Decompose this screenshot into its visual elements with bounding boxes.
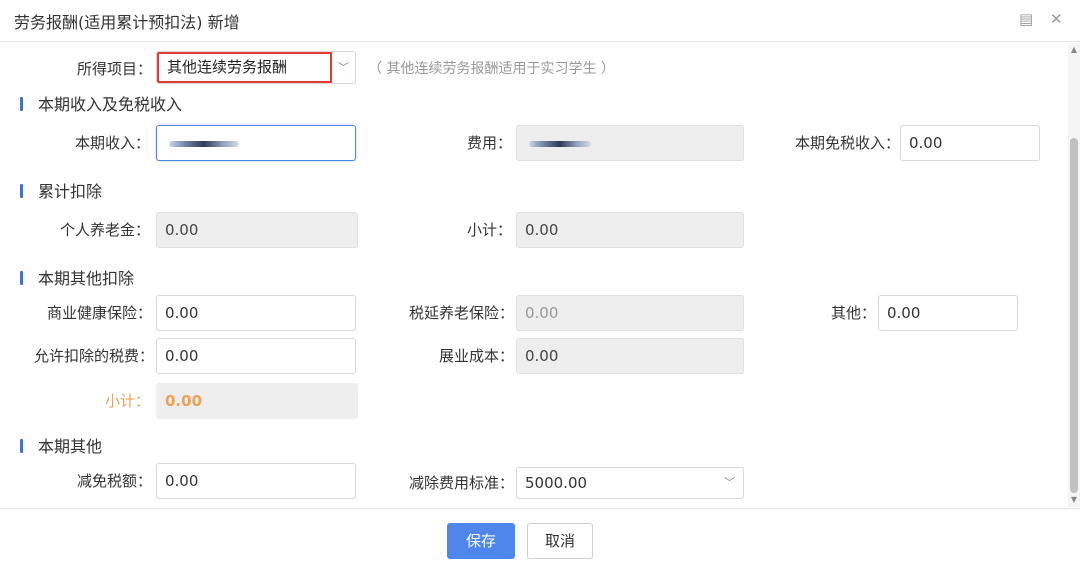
personal-pension-label: 个人养老金：: [59, 221, 150, 239]
tax-free-income-label: 本期免税收入：: [794, 134, 900, 152]
save-button[interactable]: 保存: [447, 523, 515, 559]
tax-free-income-input[interactable]: 0.00: [900, 125, 1040, 161]
allowed-tax-fee-label: 允许扣除的税费：: [33, 347, 154, 365]
current-income-input[interactable]: [156, 125, 356, 161]
current-income-label: 本期收入：: [74, 134, 150, 152]
scrollbar-thumb[interactable]: [1070, 138, 1078, 493]
section-title-cumulative-deduction: 累计扣除: [38, 182, 103, 201]
health-insurance-label: 商业健康保险：: [46, 304, 152, 322]
maximize-icon[interactable]: ▤: [1019, 10, 1033, 28]
income-item-label: 所得项目：: [76, 60, 152, 78]
deferred-pension-insurance-input: 0.00: [516, 295, 744, 331]
income-item-select[interactable]: 其他连续劳务报酬 ﹀: [156, 51, 356, 84]
form-content: 所得项目： 其他连续劳务报酬 ﹀ （ 其他连续劳务报酬适用于实习学生 ） 本期收…: [0, 43, 1068, 507]
expense-label: 费用：: [466, 134, 512, 152]
deduction-standard-label: 减除费用标准：: [408, 474, 514, 492]
section-marker: [20, 97, 23, 111]
scroll-down-icon[interactable]: ▼: [1070, 495, 1078, 504]
exhibition-cost-input: 0.00: [516, 338, 744, 374]
personal-pension-input: 0.00: [156, 212, 358, 248]
income-item-selected-value: 其他连续劳务报酬: [157, 52, 332, 83]
other-deduction-label: 其他：: [830, 304, 876, 322]
cumulative-subtotal-input: 0.00: [516, 212, 744, 248]
income-item-hint: （ 其他连续劳务报酬适用于实习学生 ）: [368, 61, 615, 77]
cumulative-subtotal-label: 小计：: [466, 221, 512, 239]
scroll-up-icon[interactable]: ▲: [1070, 45, 1078, 54]
other-deduction-input[interactable]: 0.00: [878, 295, 1018, 331]
tax-relief-input[interactable]: 0.00: [156, 463, 356, 499]
redacted-value: [529, 140, 591, 147]
other-deductions-subtotal-value: 0.00: [156, 383, 358, 419]
close-icon[interactable]: ✕: [1050, 10, 1063, 28]
redacted-value: [169, 140, 239, 147]
section-title-current-other: 本期其他: [38, 437, 103, 456]
chevron-down-icon: ﹀: [338, 61, 349, 74]
health-insurance-input[interactable]: 0.00: [156, 295, 356, 331]
vertical-scrollbar[interactable]: ▲ ▼: [1068, 43, 1080, 507]
section-title-current-income: 本期收入及免税收入: [38, 95, 183, 114]
expense-input: [516, 125, 744, 161]
dialog-footer: 保存 取消: [0, 508, 1080, 572]
chevron-down-icon: ﹀: [724, 476, 735, 489]
section-marker: [20, 184, 23, 198]
deferred-pension-insurance-label: 税延养老保险：: [408, 304, 514, 322]
allowed-tax-fee-input[interactable]: 0.00: [156, 338, 356, 374]
section-marker: [20, 271, 23, 285]
exhibition-cost-label: 展业成本：: [438, 347, 514, 365]
deduction-standard-value: 5000.00: [525, 474, 588, 492]
dialog-titlebar: 劳务报酬(适用累计预扣法) 新增 ▤ ✕: [0, 0, 1080, 42]
other-deductions-subtotal-label: 小计：: [104, 392, 150, 410]
dialog-title: 劳务报酬(适用累计预扣法) 新增: [14, 13, 240, 32]
tax-relief-label: 减免税额：: [76, 472, 152, 490]
section-marker: [20, 439, 23, 453]
cancel-button[interactable]: 取消: [527, 523, 593, 559]
section-title-other-deductions: 本期其他扣除: [38, 269, 135, 288]
deduction-standard-select[interactable]: 5000.00 ﹀: [516, 467, 744, 499]
